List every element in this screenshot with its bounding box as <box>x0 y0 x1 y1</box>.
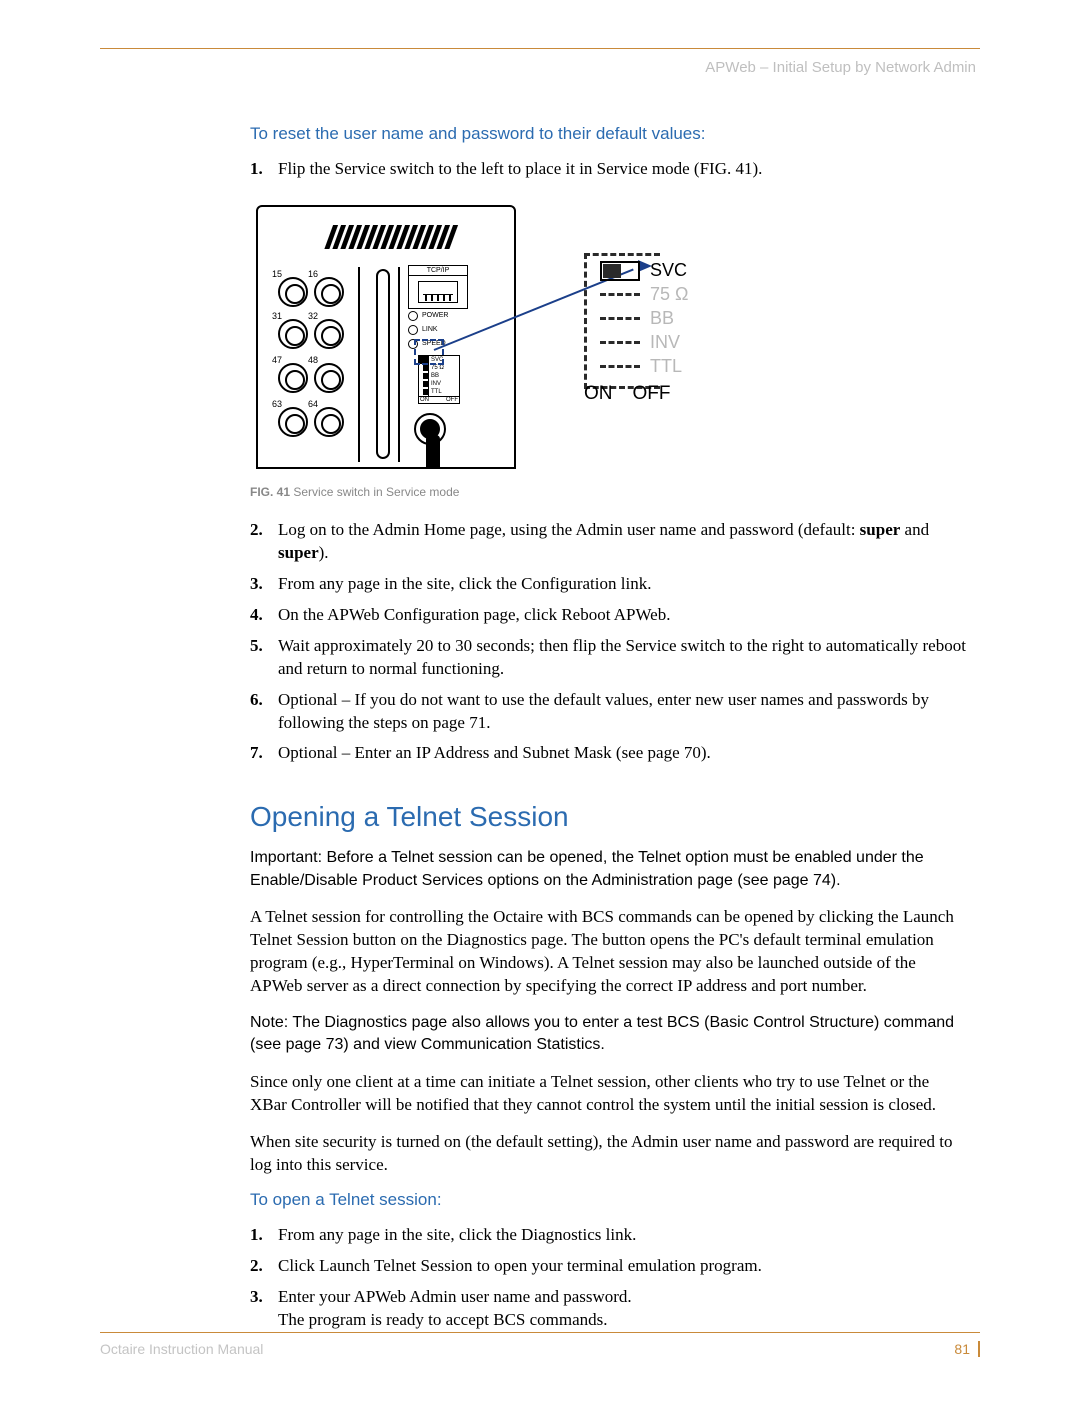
zoom-detail: SVC 75 Ω BB INV TTL ONOFF <box>600 259 740 405</box>
port-label-32: 32 <box>308 311 318 321</box>
running-header: APWeb – Initial Setup by Network Admin <box>100 59 980 76</box>
step-5: 5. Wait approximately 20 to 30 seconds; … <box>250 635 970 681</box>
step-text: Wait approximately 20 to 30 seconds; the… <box>278 635 970 681</box>
figure-caption-label: FIG. 41 <box>250 485 290 499</box>
telnet-p2: Since only one client at a time can init… <box>250 1071 970 1117</box>
telnet-p1: A Telnet session for controlling the Oct… <box>250 906 970 998</box>
bnc-port <box>314 363 344 393</box>
tcpip-label: TCP/IP <box>409 266 467 276</box>
bnc-port <box>278 319 308 349</box>
port-label-64: 64 <box>308 399 318 409</box>
port-label-15: 15 <box>272 269 282 279</box>
telnet-step-3: 3. Enter your APWeb Admin user name and … <box>250 1286 970 1332</box>
step-7: 7. Optional – Enter an IP Address and Su… <box>250 742 970 765</box>
bnc-port <box>314 277 344 307</box>
zoom-ohm: 75 Ω <box>650 284 688 305</box>
zoom-ttl: TTL <box>650 356 682 377</box>
port-label-16: 16 <box>308 269 318 279</box>
vent-slots <box>323 225 493 253</box>
telnet-step-2: 2. Click Launch Telnet Session to open y… <box>250 1255 970 1278</box>
figure-caption-text: Service switch in Service mode <box>290 485 459 499</box>
step-text: Log on to the Admin Home page, using the… <box>278 519 970 565</box>
step-6: 6. Optional – If you do not want to use … <box>250 689 970 735</box>
zoom-inv: INV <box>650 332 680 353</box>
led-power: POWER <box>408 311 448 321</box>
step-4: 4. On the APWeb Configuration page, clic… <box>250 604 970 627</box>
bnc-port <box>278 407 308 437</box>
reset-steps: 1. Flip the Service switch to the left t… <box>250 158 970 181</box>
step-text: Enter your APWeb Admin user name and pas… <box>278 1286 970 1332</box>
footer-manual: Octaire Instruction Manual <box>100 1341 263 1357</box>
page: APWeb – Initial Setup by Network Admin T… <box>0 0 1080 1410</box>
telnet-step-1: 1. From any page in the site, click the … <box>250 1224 970 1247</box>
footer-page: 81 <box>954 1341 980 1357</box>
telnet-steps: 1. From any page in the site, click the … <box>250 1224 970 1332</box>
step-3: 3. From any page in the site, click the … <box>250 573 970 596</box>
step-text: Optional – If you do not want to use the… <box>278 689 970 735</box>
figure-caption: FIG. 41 Service switch in Service mode <box>250 485 970 499</box>
zoom-on: ON <box>584 383 613 405</box>
telnet-heading: Opening a Telnet Session <box>250 801 970 833</box>
reset-steps-cont: 2. Log on to the Admin Home page, using … <box>250 519 970 765</box>
reset-heading: To reset the user name and password to t… <box>250 124 970 144</box>
bnc-port <box>314 407 344 437</box>
step-2: 2. Log on to the Admin Home page, using … <box>250 519 970 565</box>
top-rule <box>100 48 980 49</box>
tcpip-module: TCP/IP <box>408 265 468 309</box>
device-drawing: 15 16 31 32 47 48 63 64 <box>256 205 526 471</box>
step-text: From any page in the site, click the Con… <box>278 573 970 596</box>
zoom-svc: SVC <box>650 260 687 281</box>
telnet-note: Note: The Diagnostics page also allows y… <box>250 1012 970 1057</box>
zoom-off: OFF <box>633 383 671 405</box>
bnc-port <box>278 277 308 307</box>
telnet-p3: When site security is turned on (the def… <box>250 1131 970 1177</box>
step-text: Click Launch Telnet Session to open your… <box>278 1255 970 1278</box>
step-1: 1. Flip the Service switch to the left t… <box>250 158 970 181</box>
port-label-31: 31 <box>272 311 282 321</box>
content: To reset the user name and password to t… <box>100 124 980 1332</box>
figure-41: 15 16 31 32 47 48 63 64 <box>250 199 780 479</box>
port-label-48: 48 <box>308 355 318 365</box>
callout-source <box>414 339 444 365</box>
telnet-sub: To open a Telnet session: <box>250 1190 970 1210</box>
footer: Octaire Instruction Manual 81 <box>100 1332 980 1357</box>
led-link: LINK <box>408 325 438 335</box>
bnc-port <box>278 363 308 393</box>
port-label-47: 47 <box>272 355 282 365</box>
step-text: Optional – Enter an IP Address and Subne… <box>278 742 970 765</box>
step-text: On the APWeb Configuration page, click R… <box>278 604 970 627</box>
port-label-63: 63 <box>272 399 282 409</box>
telnet-important: Important: Before a Telnet session can b… <box>250 847 970 892</box>
zoom-bb: BB <box>650 308 674 329</box>
step-text: From any page in the site, click the Dia… <box>278 1224 970 1247</box>
step-text: Flip the Service switch to the left to p… <box>278 158 970 181</box>
bnc-port <box>314 319 344 349</box>
